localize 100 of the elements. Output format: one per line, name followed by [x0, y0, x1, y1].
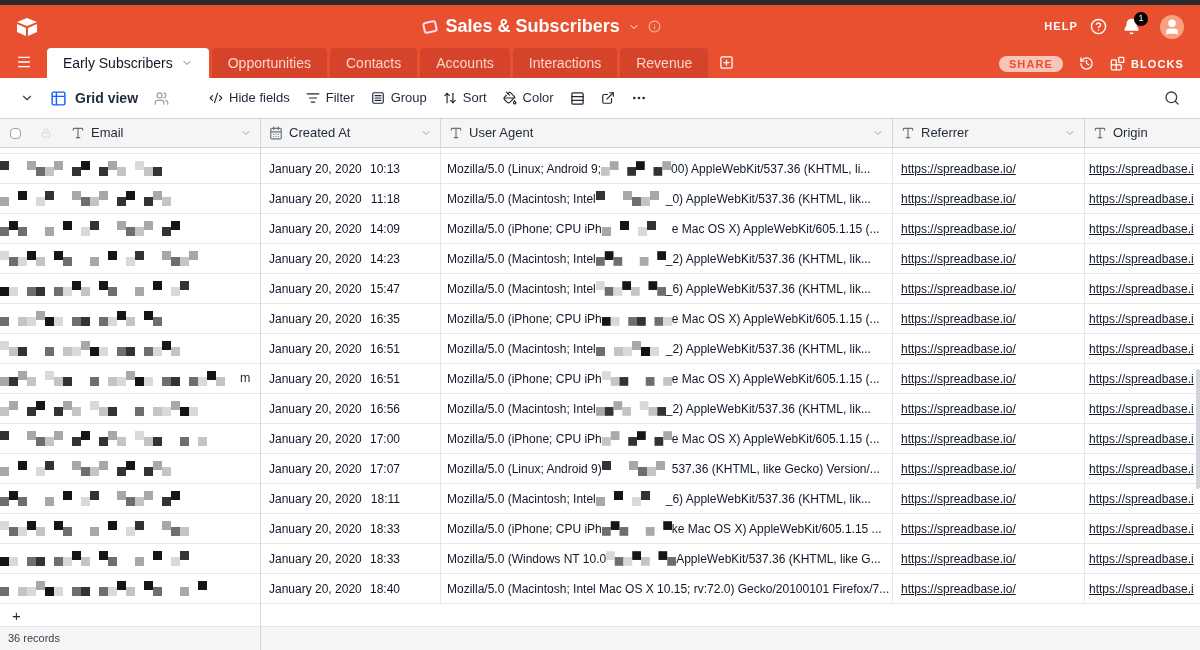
toolbar-button[interactable]: Color [502, 88, 554, 108]
date-text: January 20, 2020 [269, 370, 362, 388]
paint-bucket-icon [502, 91, 517, 105]
email-text: m [240, 370, 251, 388]
base-title[interactable]: Sales & Subscribers [445, 13, 620, 40]
column-header[interactable]: Created At [261, 119, 441, 147]
referrer-link[interactable]: https://spreadbase.io/ [901, 399, 1016, 418]
date-text: January 20, 2020 [269, 340, 362, 358]
referrer-link[interactable]: https://spreadbase.io/ [901, 309, 1016, 328]
origin-link[interactable]: https://spreadbase.i [1089, 279, 1194, 298]
date-text: January 20, 2020 [269, 460, 362, 478]
referrer-link[interactable]: https://spreadbase.io/ [901, 489, 1016, 508]
share-view-icon[interactable] [600, 91, 615, 105]
origin-link[interactable]: https://spreadbase.i [1089, 159, 1194, 178]
search-icon[interactable] [1164, 90, 1180, 106]
referrer-link[interactable]: https://spreadbase.io/ [901, 519, 1016, 538]
avatar[interactable] [1160, 14, 1184, 39]
redacted-mosaic [601, 521, 672, 536]
text-type-icon [1093, 126, 1107, 140]
origin-link[interactable]: https://spreadbase.i [1089, 309, 1194, 328]
origin-link[interactable]: https://spreadbase.i [1089, 549, 1194, 568]
scrollbar[interactable] [1196, 369, 1200, 489]
list-box-icon [370, 91, 385, 105]
bell-icon[interactable] [1123, 18, 1140, 35]
column-header[interactable]: User Agent [441, 119, 893, 147]
user-agent-text: e Mac OS X) AppleWebKit/605.1.15 (... [671, 370, 880, 388]
user-agent-text: Mozilla/5.0 (iPhone; CPU iPh [447, 520, 602, 538]
referrer-link[interactable]: https://spreadbase.io/ [901, 579, 1016, 598]
info-icon[interactable] [647, 20, 661, 33]
origin-link[interactable]: https://spreadbase.i [1089, 249, 1194, 268]
referrer-link[interactable]: https://spreadbase.io/ [901, 429, 1016, 448]
user-agent-text: Mozilla/5.0 (Macintosh; Intel Mac OS X 10.15; rv:72.0) Gecko/20100101 Firefox/7... [447, 580, 890, 598]
calendar-icon [269, 126, 283, 140]
user-agent-text: Mozilla/5.0 (iPhone; CPU iPh [447, 310, 602, 328]
referrer-link[interactable]: https://spreadbase.io/ [901, 219, 1016, 238]
user-agent-text: _2) AppleWebKit/537.36 (KHTML, lik... [665, 340, 871, 358]
redacted-mosaic [595, 491, 650, 506]
date-text: January 20, 2020 [269, 550, 362, 568]
user-agent-text: Mozilla/5.0 (iPhone; CPU iPh [447, 430, 602, 448]
record-count: 36 records [8, 631, 60, 647]
user-agent-text: 537.36 (KHTML, like Gecko) Version/... [671, 460, 880, 478]
redacted-mosaic [595, 281, 666, 296]
toolbar-button[interactable]: Hide fields [209, 88, 290, 108]
origin-link[interactable]: https://spreadbase.i [1089, 519, 1194, 538]
referrer-link[interactable]: https://spreadbase.io/ [901, 369, 1016, 388]
origin-link[interactable]: https://spreadbase.i [1089, 219, 1194, 238]
time-text: 18:33 [369, 550, 400, 568]
toolbar-button[interactable]: Filter [305, 88, 355, 108]
user-agent-text: Mozilla/5.0 (Windows NT 10.0 [447, 550, 607, 568]
add-record-button[interactable]: + [12, 607, 21, 623]
user-agent-text: Mozilla/5.0 (iPhone; CPU iPh [447, 370, 602, 388]
date-text: January 20, 2020 [269, 580, 362, 598]
origin-link[interactable]: https://spreadbase.i [1089, 429, 1194, 448]
time-text: 16:51 [369, 370, 400, 388]
referrer-link[interactable]: https://spreadbase.io/ [901, 339, 1016, 358]
origin-link[interactable]: https://spreadbase.i [1089, 489, 1194, 508]
column-header[interactable]: Referrer [893, 119, 1085, 147]
referrer-link[interactable]: https://spreadbase.io/ [901, 549, 1016, 568]
referrer-link[interactable]: https://spreadbase.io/ [901, 159, 1016, 178]
user-agent-text: 00) AppleWebKit/537.36 (KHTML, li... [671, 160, 871, 178]
redacted-mosaic [601, 371, 672, 386]
origin-link[interactable]: https://spreadbase.i [1089, 189, 1194, 208]
blocks-icon [1109, 56, 1125, 72]
blocks-button[interactable]: BLOCKS [1109, 55, 1184, 72]
toolbar-button[interactable]: Sort [442, 88, 487, 108]
toolbar-button[interactable]: Group [370, 88, 427, 108]
view-switcher[interactable]: Grid view [50, 87, 139, 109]
origin-link[interactable]: https://spreadbase.i [1089, 369, 1194, 388]
select-all-checkbox[interactable] [10, 127, 21, 139]
referrer-link[interactable]: https://spreadbase.io/ [901, 279, 1016, 298]
referrer-link[interactable]: https://spreadbase.io/ [901, 249, 1016, 268]
collaborators-icon[interactable] [154, 90, 170, 106]
time-text: 17:00 [369, 430, 400, 448]
redacted-mosaic [606, 551, 677, 566]
origin-link[interactable]: https://spreadbase.i [1089, 399, 1194, 418]
user-agent-text: AppleWebKit/537.36 (KHTML, like G... [676, 550, 881, 568]
user-agent-text: ke Mac OS X) AppleWebKit/605.1.15 ... [671, 520, 882, 538]
column-header[interactable]: Origin [1085, 119, 1200, 147]
help-link[interactable]: HELP [1044, 18, 1078, 35]
time-text: 16:51 [369, 340, 400, 358]
date-text: January 20, 2020 [269, 250, 362, 268]
add-table-icon[interactable] [719, 55, 735, 70]
menu-icon[interactable] [16, 54, 32, 70]
logo-icon[interactable] [16, 16, 38, 37]
user-agent-text: Mozilla/5.0 (Macintosh; Intel [447, 400, 596, 418]
referrer-link[interactable]: https://spreadbase.io/ [901, 189, 1016, 208]
table-tab[interactable]: Early Subscribers [47, 48, 209, 78]
origin-link[interactable]: https://spreadbase.i [1089, 579, 1194, 598]
origin-link[interactable]: https://spreadbase.i [1089, 459, 1194, 478]
user-agent-text: Mozilla/5.0 (Macintosh; Intel [447, 280, 596, 298]
origin-link[interactable]: https://spreadbase.i [1089, 339, 1194, 358]
referrer-link[interactable]: https://spreadbase.io/ [901, 459, 1016, 478]
row-height-icon[interactable] [569, 90, 585, 106]
help-icon[interactable] [1090, 18, 1107, 35]
user-agent-text: Mozilla/5.0 (Macintosh; Intel [447, 250, 596, 268]
redacted-mosaic [601, 461, 665, 476]
base-icon [421, 18, 438, 35]
redacted-mosaic [601, 221, 656, 236]
history-icon[interactable] [1078, 56, 1094, 72]
user-agent-text: e Mac OS X) AppleWebKit/605.1.15 (... [671, 220, 880, 238]
